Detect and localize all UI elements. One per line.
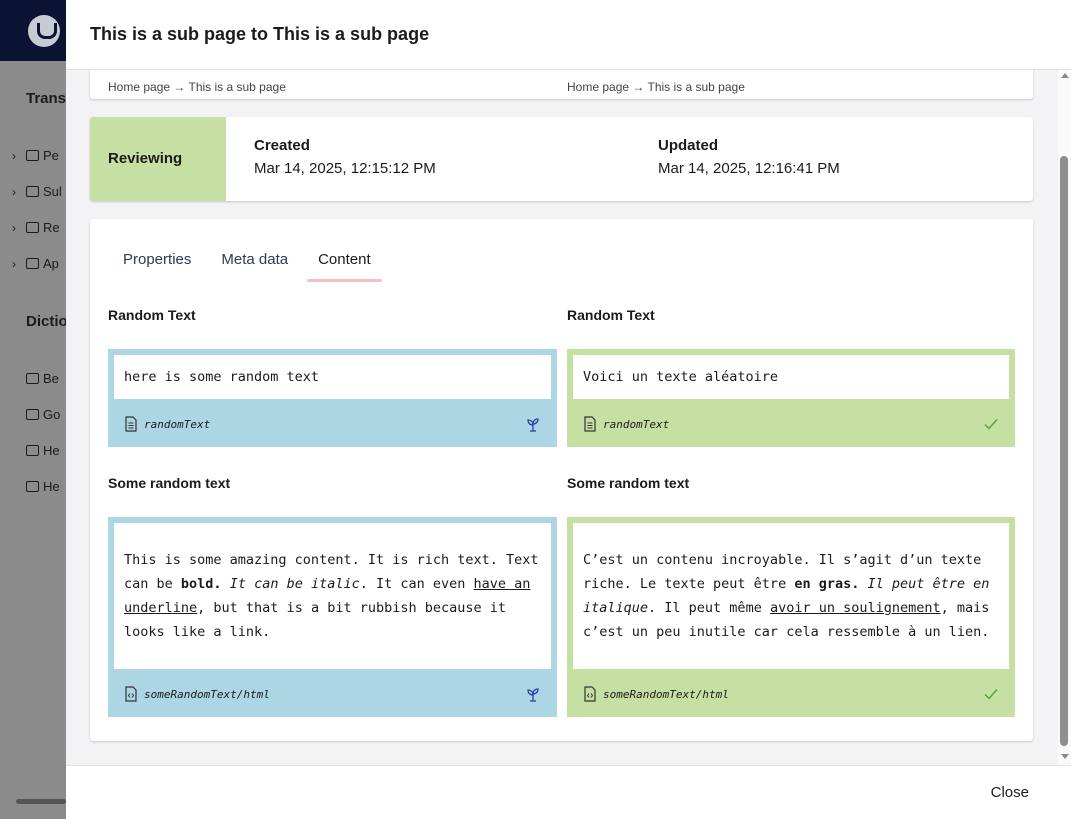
- property-alias: someRandomText/html: [144, 687, 270, 701]
- updated-label: Updated: [658, 137, 718, 154]
- target-value: Voici un texte aléatoire: [573, 355, 1009, 399]
- book-icon: [26, 481, 39, 492]
- chevron-right-icon: ›: [12, 184, 16, 199]
- target-rich-value: C’est un contenu incroyable. Il s’agit d…: [573, 523, 1009, 669]
- send-icon: [26, 186, 39, 197]
- property-label-source: Some random text: [108, 475, 231, 491]
- property-label-source: Random Text: [108, 307, 196, 323]
- property-label-target: Some random text: [567, 475, 690, 491]
- sprout-icon: [527, 418, 539, 432]
- document-icon: [584, 416, 596, 432]
- book-icon: [26, 409, 39, 420]
- target-property-random-text: Voici un texte aléatoire randomText: [567, 349, 1015, 447]
- sidebar-item-submitted[interactable]: › Sul: [12, 184, 62, 199]
- book-icon: [26, 373, 39, 384]
- source-rich-value: This is some amazing content. It is rich…: [114, 523, 551, 669]
- scroll-down-arrow-icon[interactable]: [1061, 754, 1069, 759]
- sidebar-heading-dictionary: Dictio: [26, 313, 68, 330]
- sidebar-item-pending[interactable]: › Pe: [12, 148, 59, 163]
- bold-text: en gras.: [794, 576, 860, 592]
- dictionary-item[interactable]: Go: [26, 407, 60, 422]
- status-badge: Reviewing: [90, 117, 226, 201]
- source-property-random-text: here is some random text randomText: [108, 349, 557, 447]
- modal-title: This is a sub page to This is a sub page: [90, 24, 430, 44]
- translation-detail-modal: This is a sub page to This is a sub page…: [66, 0, 1071, 819]
- document-icon: [125, 416, 137, 432]
- bold-text: bold.: [180, 576, 222, 592]
- tab-properties[interactable]: Properties: [112, 241, 202, 282]
- code-file-icon: [125, 686, 137, 702]
- modal-header: This is a sub page to This is a sub page: [66, 0, 1071, 70]
- status-card: Reviewing Created Mar 14, 2025, 12:15:12…: [90, 117, 1033, 201]
- sidebar-heading-translation: Transl: [26, 90, 71, 107]
- modal-scrollbar[interactable]: [1058, 70, 1071, 765]
- breadcrumb-source: Home page → This is a sub page: [108, 80, 286, 94]
- target-property-rich-text: C’est un contenu incroyable. Il s’agit d…: [567, 517, 1015, 717]
- updated-value: Mar 14, 2025, 12:16:41 PM: [658, 160, 840, 177]
- chevron-right-icon: ›: [12, 220, 16, 235]
- download-icon: [26, 222, 39, 233]
- book-icon: [26, 445, 39, 456]
- modal-scroll-area[interactable]: Home page → This is a sub page Home page…: [66, 70, 1071, 765]
- underlined-text: avoir un soulignement: [769, 600, 941, 616]
- dictionary-item[interactable]: He: [26, 443, 60, 458]
- content-card: Properties Meta data Content Random Text…: [90, 219, 1033, 741]
- breadcrumb-card: Home page → This is a sub page Home page…: [90, 70, 1033, 99]
- dictionary-item[interactable]: Be: [26, 371, 59, 386]
- sprout-icon: [527, 688, 539, 702]
- source-property-rich-text: This is some amazing content. It is rich…: [108, 517, 557, 717]
- property-footer: someRandomText/html: [583, 686, 999, 702]
- scroll-up-arrow-icon[interactable]: [1061, 73, 1069, 78]
- sidebar-scrollbar[interactable]: [16, 799, 66, 804]
- source-value: here is some random text: [114, 355, 551, 399]
- modal-footer: Close: [66, 765, 1071, 819]
- sidebar-item-received[interactable]: › Re: [12, 220, 60, 235]
- property-footer: randomText: [124, 416, 541, 432]
- checkbox-icon: [26, 258, 39, 269]
- created-value: Mar 14, 2025, 12:15:12 PM: [254, 160, 436, 177]
- property-footer: randomText: [583, 416, 999, 432]
- property-alias: randomText: [603, 417, 670, 431]
- checkmark-icon: [984, 419, 998, 430]
- tab-bar: Properties Meta data Content: [112, 241, 390, 282]
- updated-block: Updated Mar 14, 2025, 12:16:41 PM: [658, 137, 840, 177]
- chevron-right-icon: ›: [12, 256, 16, 271]
- created-block: Created Mar 14, 2025, 12:15:12 PM: [254, 137, 436, 177]
- checkmark-icon: [984, 689, 998, 700]
- tab-content[interactable]: Content: [307, 241, 382, 282]
- umbraco-logo-icon[interactable]: [28, 15, 60, 47]
- chevron-right-icon: ›: [12, 148, 16, 163]
- property-alias: randomText: [144, 417, 211, 431]
- created-label: Created: [254, 137, 310, 154]
- code-file-icon: [584, 686, 596, 702]
- property-footer: someRandomText/html: [124, 686, 541, 702]
- dictionary-item[interactable]: He: [26, 479, 60, 494]
- breadcrumb-target: Home page → This is a sub page: [567, 80, 745, 94]
- sidebar-item-approved[interactable]: › Ap: [12, 256, 59, 271]
- property-alias: someRandomText/html: [603, 687, 729, 701]
- scrollbar-thumb[interactable]: [1060, 156, 1068, 746]
- app-sidebar: [0, 61, 66, 819]
- inbox-icon: [26, 150, 39, 161]
- close-button[interactable]: Close: [991, 784, 1029, 801]
- tab-meta-data[interactable]: Meta data: [210, 241, 299, 282]
- italic-text: It can be italic: [229, 576, 360, 592]
- property-label-target: Random Text: [567, 307, 655, 323]
